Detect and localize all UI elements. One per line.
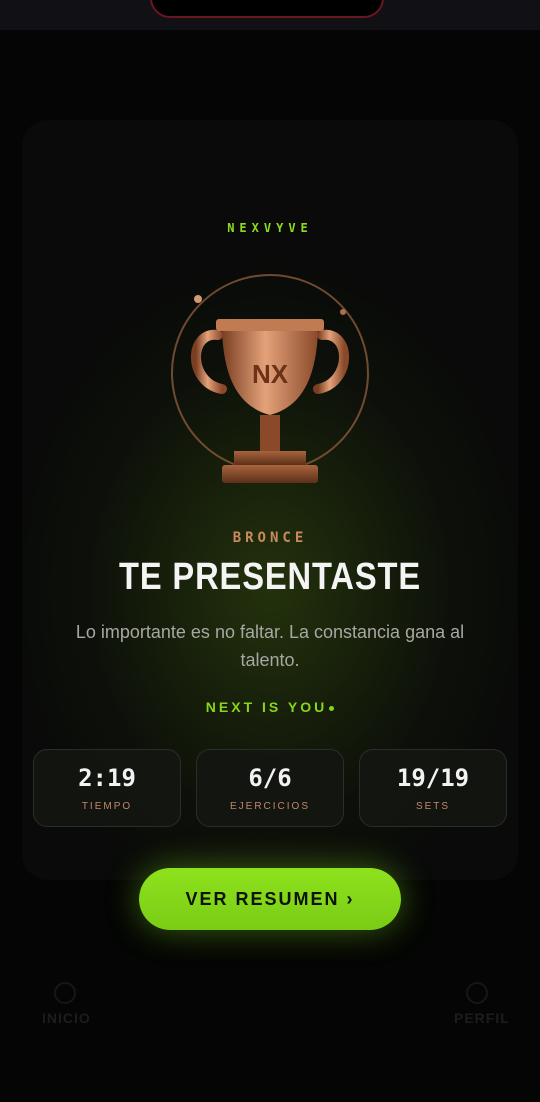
stat-value: 19/19 xyxy=(396,764,470,792)
profile-icon xyxy=(466,982,488,1004)
achievement-message: Lo importante es no faltar. La constanci… xyxy=(75,622,465,670)
stat-label: SETS xyxy=(415,801,451,812)
nav-item-perfil: PERFIL xyxy=(454,1010,510,1026)
stat-label: EJERCICIOS xyxy=(229,801,310,812)
stat-value: 6/6 xyxy=(248,764,292,792)
stat-card-sets: 19/19 SETS xyxy=(359,749,507,827)
brand-label: NEXVYVE xyxy=(227,221,313,235)
achievement-title: TE PRESENTASTE xyxy=(119,556,421,598)
trophy-emblem: NX xyxy=(252,359,289,389)
tagline-text: NEXT IS YOU xyxy=(205,699,328,715)
home-icon xyxy=(54,982,76,1004)
tagline: NEXT IS YOU xyxy=(0,699,540,715)
tier-label: BRONCE xyxy=(232,530,308,546)
stat-label: TIEMPO xyxy=(81,801,133,812)
stat-card-time: 2:19 TIEMPO xyxy=(33,749,181,827)
tagline-dot-icon xyxy=(329,705,335,711)
nav-item-inicio: INICIO xyxy=(42,1010,91,1026)
stat-value: 2:19 xyxy=(78,764,136,792)
status-bar xyxy=(0,0,540,30)
stat-card-exercises: 6/6 EJERCICIOS xyxy=(196,749,344,827)
trophy-icon: NX xyxy=(171,274,369,483)
camera-notch xyxy=(150,0,384,18)
view-summary-button[interactable]: VER RESUMEN › xyxy=(139,868,401,930)
background-bottom-nav: INICIO PERFIL xyxy=(0,960,540,1102)
